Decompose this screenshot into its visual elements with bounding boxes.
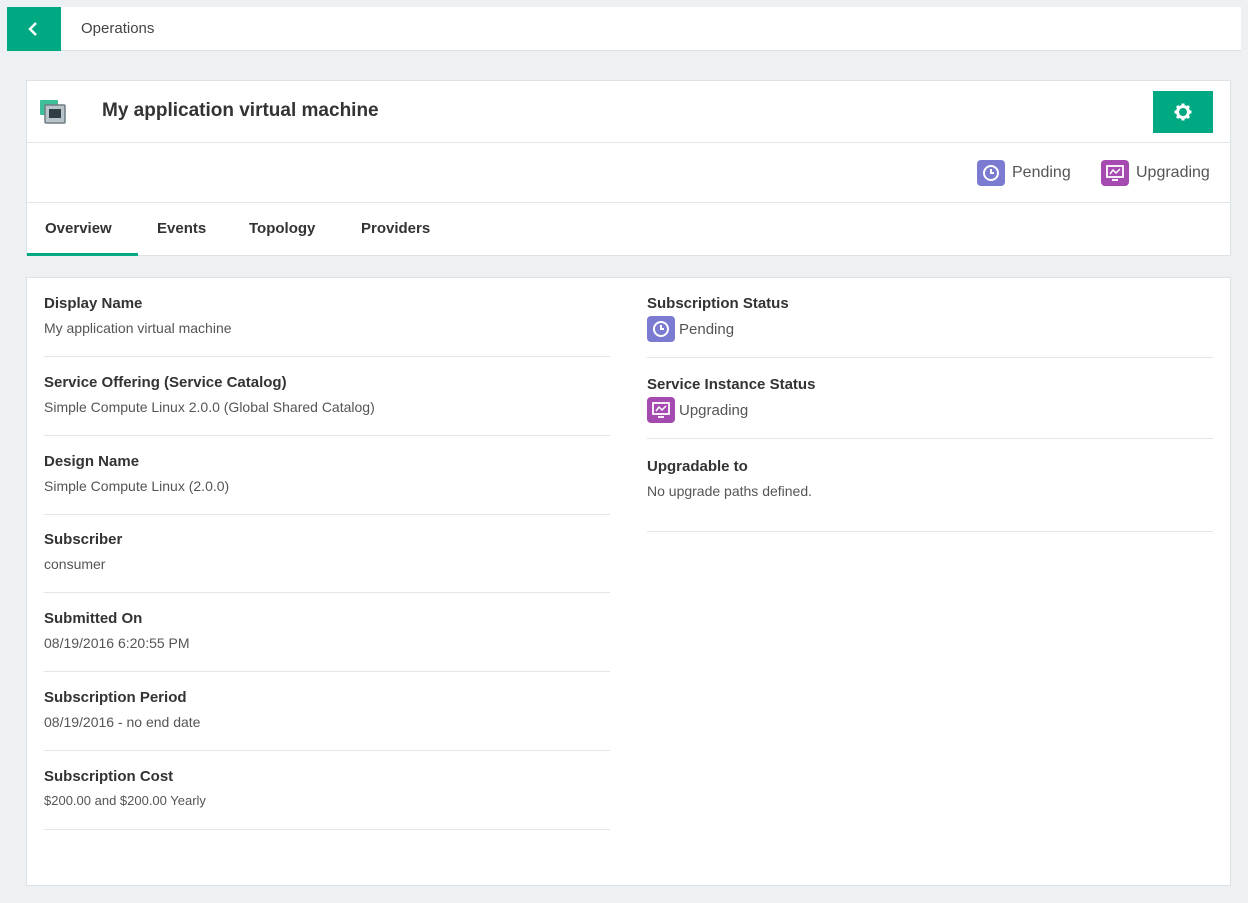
field-label: Service Offering (Service Catalog) — [44, 374, 287, 391]
field-label: Subscription Status — [647, 295, 789, 312]
field-submitted-on: Submitted On 08/19/2016 6:20:55 PM — [44, 610, 610, 672]
clock-icon — [977, 160, 1005, 186]
active-tab-indicator — [27, 253, 138, 256]
field-subscriber: Subscriber consumer — [44, 531, 610, 593]
field-subscription-period: Subscription Period 08/19/2016 - no end … — [44, 689, 610, 751]
service-instance-status-value: Upgrading — [647, 397, 1213, 423]
field-label: Subscription Period — [44, 689, 187, 706]
field-value: No upgrade paths defined. — [647, 483, 813, 499]
field-value: consumer — [44, 556, 106, 572]
status-row: Pending Upgrading — [27, 143, 1230, 203]
field-design-name: Design Name Simple Compute Linux (2.0.0) — [44, 453, 610, 515]
monitor-icon — [1101, 160, 1129, 186]
field-label: Upgradable to — [647, 458, 748, 475]
clock-icon — [647, 316, 675, 342]
field-value: 08/19/2016 - no end date — [44, 714, 201, 730]
tab-bar: Overview Events Topology Providers — [27, 203, 1230, 257]
chevron-left-icon — [28, 22, 37, 36]
field-service-instance-status: Service Instance Status Upgrading — [647, 376, 1213, 439]
field-value: 08/19/2016 6:20:55 PM — [44, 635, 190, 651]
upgrading-status-badge: Upgrading — [1101, 160, 1210, 186]
field-label: Service Instance Status — [647, 376, 816, 393]
top-bar: Operations — [7, 7, 1241, 51]
page-title: My application virtual machine — [102, 100, 379, 121]
breadcrumb[interactable]: Operations — [81, 20, 154, 37]
field-upgradable-to: Upgradable to No upgrade paths defined. — [647, 458, 1213, 532]
title-row: My application virtual machine — [27, 81, 1230, 143]
field-value: Pending — [679, 320, 735, 338]
back-button[interactable] — [7, 7, 61, 51]
field-value: $200.00 and $200.00 Yearly — [44, 793, 206, 808]
field-label: Design Name — [44, 453, 140, 470]
tab-overview[interactable]: Overview — [45, 220, 112, 237]
field-subscription-cost: Subscription Cost $200.00 and $200.00 Ye… — [44, 768, 610, 830]
field-label: Submitted On — [44, 610, 143, 627]
field-label: Subscriber — [44, 531, 123, 548]
field-value: My application virtual machine — [44, 320, 232, 336]
subscription-header-card: My application virtual machine Pending U… — [26, 80, 1231, 256]
pending-status-label: Pending — [1012, 164, 1071, 181]
field-value: Simple Compute Linux (2.0.0) — [44, 478, 230, 494]
pending-status-badge: Pending — [977, 160, 1071, 186]
tab-topology[interactable]: Topology — [249, 220, 315, 237]
tab-events[interactable]: Events — [157, 220, 206, 237]
tab-providers[interactable]: Providers — [361, 220, 430, 237]
subscription-status-value: Pending — [647, 316, 1213, 342]
gear-icon — [1174, 103, 1192, 121]
field-label: Display Name — [44, 295, 143, 312]
field-label: Subscription Cost — [44, 768, 174, 785]
upgrading-status-label: Upgrading — [1136, 164, 1210, 181]
vm-icon — [40, 100, 66, 124]
field-service-offering: Service Offering (Service Catalog) Simpl… — [44, 374, 610, 436]
field-subscription-status: Subscription Status Pending — [647, 295, 1213, 358]
settings-button[interactable] — [1153, 91, 1213, 133]
overview-details-panel: Display Name My application virtual mach… — [26, 277, 1231, 886]
field-value: Upgrading — [679, 401, 749, 419]
field-display-name: Display Name My application virtual mach… — [44, 295, 610, 357]
field-value: Simple Compute Linux 2.0.0 (Global Share… — [44, 399, 375, 415]
monitor-icon — [647, 397, 675, 423]
